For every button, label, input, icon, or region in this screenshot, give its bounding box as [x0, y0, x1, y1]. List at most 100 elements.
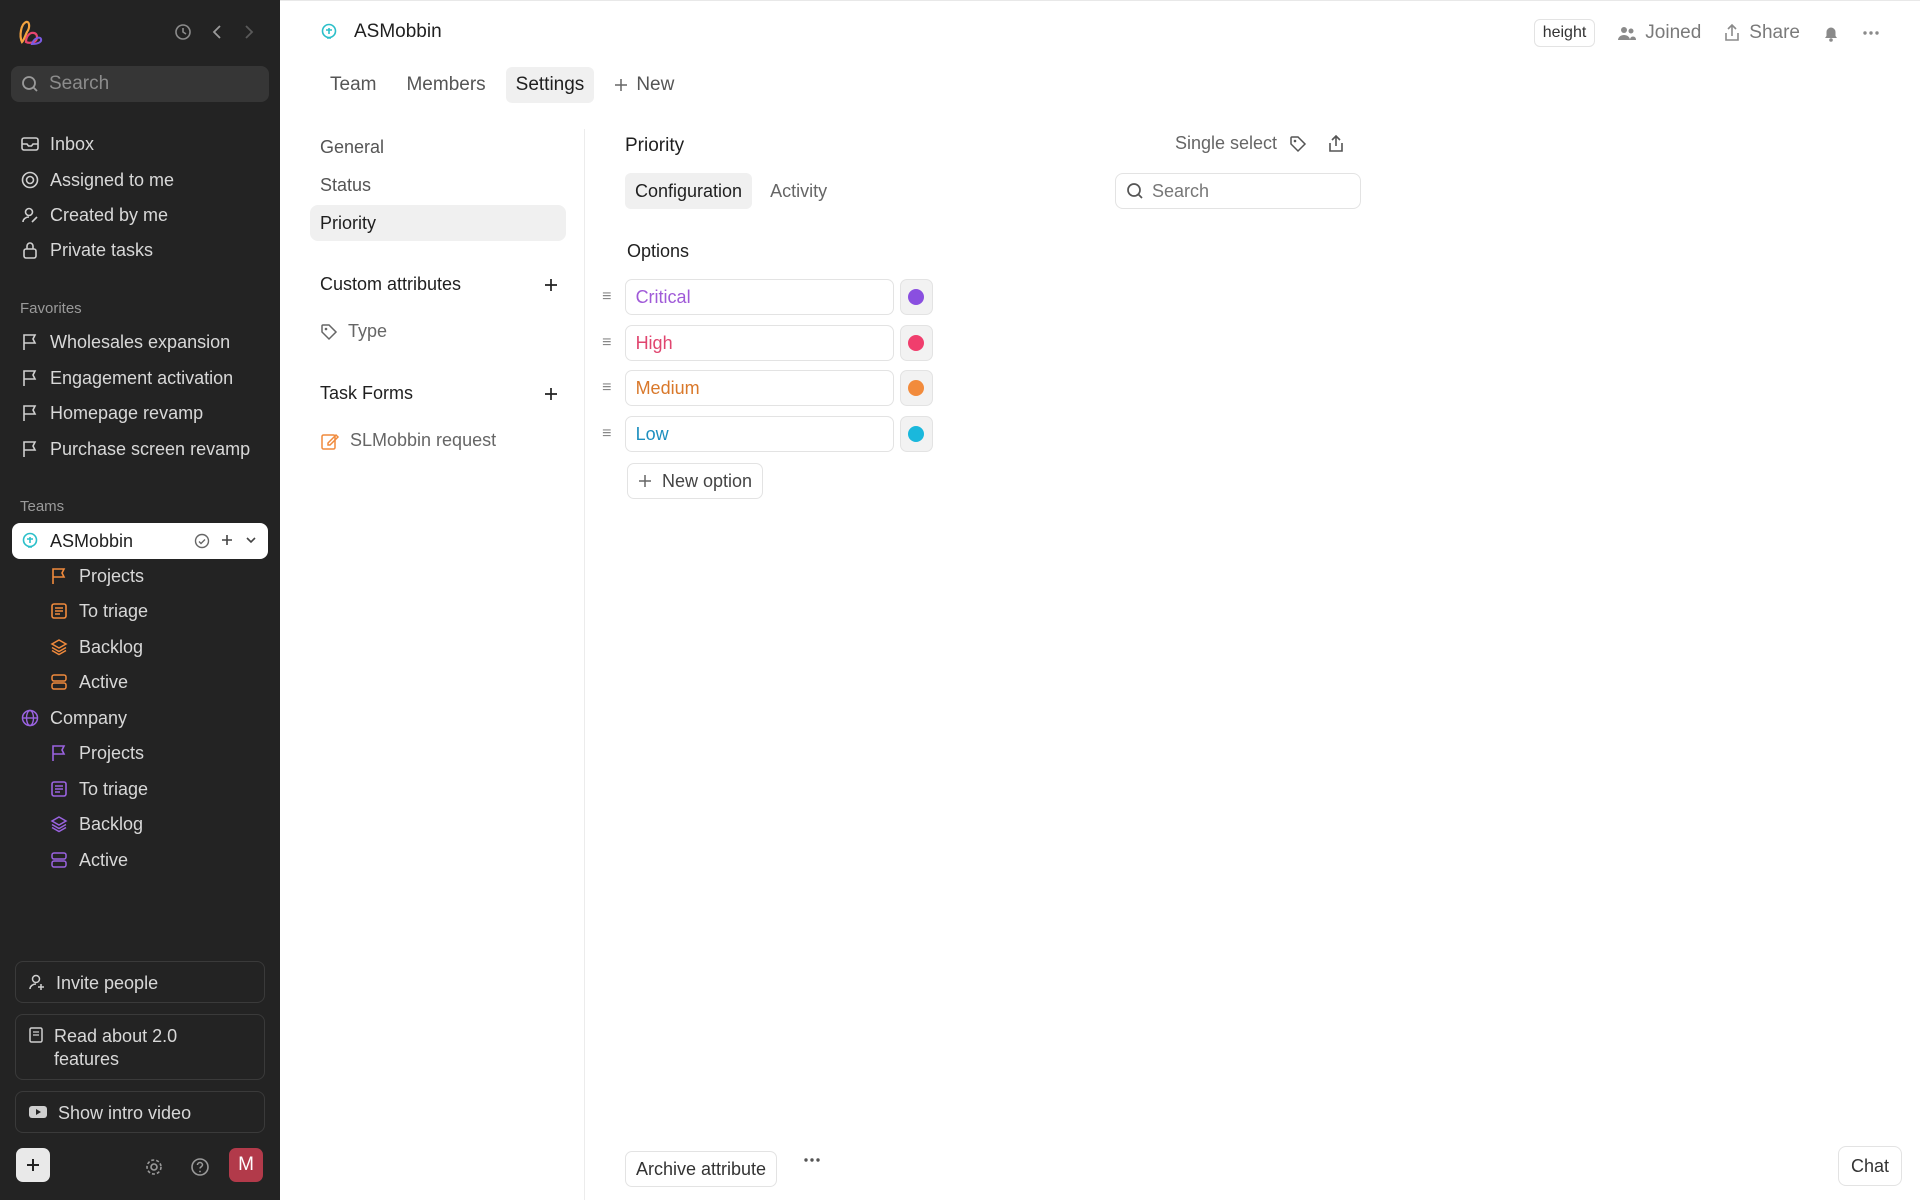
color-picker-button[interactable]: [899, 325, 933, 361]
sidebar-favorite-item[interactable]: Wholesales expansion: [12, 325, 268, 359]
tab-configuration[interactable]: Configuration: [625, 173, 753, 209]
color-dot: [908, 380, 925, 396]
more-icon[interactable]: [1862, 30, 1880, 36]
app-logo-icon[interactable]: [18, 18, 44, 46]
divider: [584, 129, 585, 1200]
color-picker-button[interactable]: [899, 279, 933, 315]
sidebar-item-backlog[interactable]: Backlog: [12, 630, 268, 664]
option-input[interactable]: Critical: [624, 279, 894, 315]
settings-nav-priority[interactable]: Priority: [310, 205, 566, 241]
settings-nav-general[interactable]: General: [310, 129, 566, 165]
help-icon[interactable]: [188, 1155, 212, 1179]
add-icon[interactable]: [220, 533, 234, 549]
sidebar-item-inbox[interactable]: Inbox: [12, 127, 268, 161]
flag-icon: [49, 743, 69, 763]
chevron-down-icon[interactable]: [244, 533, 258, 549]
export-icon[interactable]: [1327, 134, 1345, 154]
sidebar-item-label: ASMobbin: [50, 530, 134, 551]
bell-icon[interactable]: [1822, 23, 1840, 43]
sidebar-item-label: Created by me: [50, 204, 169, 225]
history-icon[interactable]: [171, 20, 195, 44]
video-label: Show intro video: [58, 1103, 192, 1123]
option-input[interactable]: High: [624, 325, 894, 361]
drag-handle-icon[interactable]: ≡: [593, 288, 621, 306]
joined-label: Joined: [1645, 22, 1702, 43]
sidebar-item-active[interactable]: Active: [12, 665, 268, 699]
joined-button[interactable]: Joined: [1617, 22, 1701, 44]
sidebar-favorite-item[interactable]: Purchase screen revamp: [12, 432, 268, 466]
sidebar-search-input[interactable]: Search: [11, 66, 269, 102]
sidebar-item-label: Active: [79, 849, 129, 870]
sidebar-item-created-by-me[interactable]: Created by me: [12, 198, 268, 232]
stack-icon: [49, 850, 69, 870]
brand-badge[interactable]: height: [1533, 19, 1596, 47]
add-form-icon[interactable]: [544, 387, 558, 401]
option-input[interactable]: Medium: [624, 370, 894, 406]
team-name: ASMobbin: [354, 21, 442, 42]
panel-search-input[interactable]: Search: [1115, 173, 1361, 209]
user-edit-icon: [20, 205, 40, 225]
color-picker-button[interactable]: [899, 416, 933, 452]
sidebar-item-assigned-to-me[interactable]: Assigned to me: [12, 163, 268, 197]
forward-arrow-icon[interactable]: [237, 20, 261, 44]
sidebar-footer: M: [0, 1145, 280, 1189]
tab-settings[interactable]: Settings: [505, 67, 595, 103]
create-button[interactable]: [16, 1148, 50, 1182]
sidebar-item-to-triage[interactable]: To triage: [12, 594, 268, 628]
gear-icon[interactable]: [142, 1155, 166, 1179]
sidebar-item-backlog[interactable]: Backlog: [12, 807, 268, 841]
tab-new[interactable]: New: [604, 67, 684, 103]
flag-icon: [20, 403, 40, 423]
search-icon: [1126, 182, 1144, 200]
tab-members[interactable]: Members: [396, 67, 495, 103]
new-option-button[interactable]: New option: [627, 463, 764, 499]
settings-nav-form[interactable]: SLMobbin request: [320, 430, 496, 451]
form-label: SLMobbin request: [350, 430, 497, 450]
tag-icon[interactable]: [1289, 135, 1307, 153]
sidebar-item-to-triage[interactable]: To triage: [12, 772, 268, 806]
tab-activity[interactable]: Activity: [760, 173, 837, 209]
sidebar-team-asmobbin[interactable]: ASMobbin: [12, 523, 268, 559]
sidebar-item-active[interactable]: Active: [12, 843, 268, 877]
avatar[interactable]: M: [229, 1148, 263, 1182]
new-option-label: New option: [662, 470, 753, 491]
sidebar-item-label: Purchase screen revamp: [50, 438, 251, 459]
sidebar-item-projects[interactable]: Projects: [12, 736, 268, 770]
chat-button[interactable]: Chat: [1837, 1146, 1902, 1186]
check-circle-icon[interactable]: [194, 533, 210, 549]
drag-handle-icon[interactable]: ≡: [593, 379, 621, 397]
sidebar-item-label: Engagement activation: [50, 367, 234, 388]
back-arrow-icon[interactable]: [205, 20, 229, 44]
color-picker-button[interactable]: [899, 370, 933, 406]
drag-handle-icon[interactable]: ≡: [593, 334, 621, 352]
type-label: Type: [348, 321, 388, 341]
sidebar-item-label: Company: [50, 707, 128, 728]
users-icon: [1617, 25, 1637, 41]
share-label: Share: [1749, 22, 1800, 43]
stack-icon: [49, 672, 69, 692]
sidebar-item-private-tasks[interactable]: Private tasks: [12, 233, 268, 267]
sidebar-item-label: Backlog: [79, 636, 144, 657]
sidebar-item-projects[interactable]: Projects: [12, 559, 268, 593]
more-icon[interactable]: [803, 1157, 821, 1163]
sidebar-team-company[interactable]: Company: [12, 701, 268, 735]
settings-nav-type[interactable]: Type: [320, 321, 387, 342]
panel-title: Priority: [625, 135, 685, 156]
sidebar-favorite-item[interactable]: Homepage revamp: [12, 396, 268, 430]
task-forms-label: Task Forms: [320, 383, 414, 403]
option-input[interactable]: Low: [624, 416, 894, 452]
page-title: ASMobbin: [320, 21, 442, 43]
show-intro-video-button[interactable]: Show intro video: [15, 1091, 265, 1133]
sidebar-favorite-item[interactable]: Engagement activation: [12, 361, 268, 395]
add-attribute-icon[interactable]: [544, 278, 558, 292]
topbar: ASMobbin height Joined Share: [280, 1, 1920, 67]
attribute-type-label: Single select: [1175, 133, 1278, 153]
tab-team[interactable]: Team: [320, 67, 386, 103]
invite-people-button[interactable]: Invite people: [15, 961, 265, 1003]
archive-attribute-button[interactable]: Archive attribute: [625, 1151, 778, 1187]
settings-nav-status[interactable]: Status: [310, 167, 566, 203]
triage-icon: [49, 779, 69, 799]
read-features-button[interactable]: Read about 2.0 features: [15, 1014, 265, 1080]
share-button[interactable]: Share: [1723, 22, 1800, 44]
drag-handle-icon[interactable]: ≡: [593, 425, 621, 443]
